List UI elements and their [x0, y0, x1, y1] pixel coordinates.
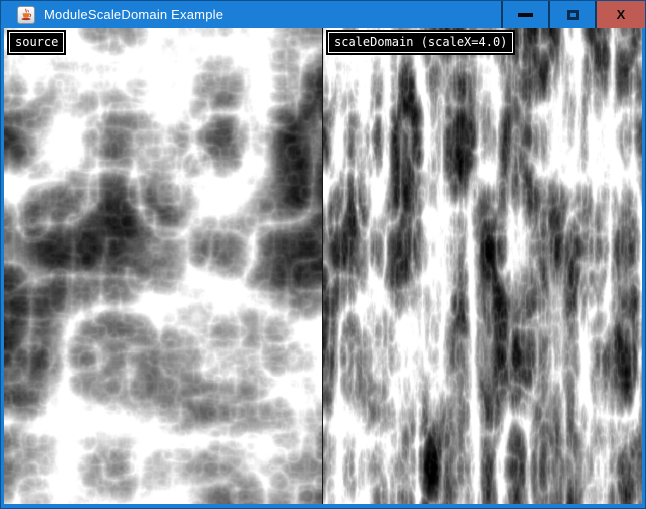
panel-scaledomain: scaleDomain (scaleX=4.0)	[322, 28, 642, 504]
panel-source: source	[4, 28, 322, 504]
window-title: ModuleScaleDomain Example	[44, 7, 223, 22]
titlebar[interactable]: ModuleScaleDomain Example X	[1, 1, 645, 28]
maximize-icon	[567, 10, 579, 20]
panel-label-scaledomain: scaleDomain (scaleX=4.0)	[328, 32, 513, 53]
app-window: ModuleScaleDomain Example X source scale…	[0, 0, 646, 509]
window-controls: X	[501, 1, 645, 28]
minimize-icon	[518, 13, 533, 17]
coffee-cup-glyph	[19, 8, 33, 22]
scaledomain-noise-canvas	[323, 28, 642, 504]
close-button[interactable]: X	[595, 1, 645, 28]
source-noise-canvas	[4, 28, 322, 504]
content-area: source scaleDomain (scaleX=4.0)	[4, 28, 642, 504]
minimize-button[interactable]	[501, 1, 548, 28]
java-coffee-cup-icon	[17, 6, 35, 24]
maximize-button[interactable]	[548, 1, 595, 28]
panel-label-source: source	[9, 32, 64, 53]
close-icon: X	[617, 8, 626, 21]
